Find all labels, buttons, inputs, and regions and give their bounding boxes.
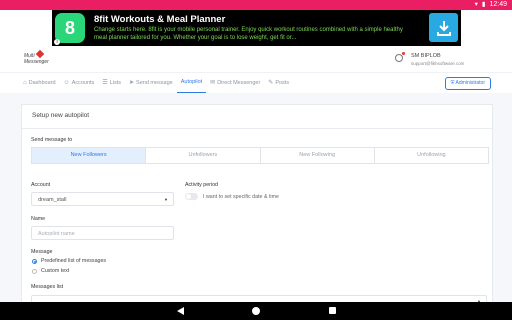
nav-autopilot[interactable]: Autopilot	[176, 73, 207, 93]
divider	[22, 128, 492, 129]
nav-direct-messenger[interactable]: ✉ Direct Messenger	[206, 73, 264, 93]
option-new-following[interactable]: New Following	[259, 148, 374, 163]
recent-apps-icon[interactable]	[329, 307, 336, 314]
activity-period-toggle[interactable]	[185, 193, 198, 200]
option-unfollowing[interactable]: Unfollowing	[373, 148, 488, 163]
send-to-label: Send message to	[31, 137, 73, 143]
user-menu[interactable]: SM BIPLOB support@fikhsoftware.com	[395, 50, 490, 68]
dashboard-icon: ⌂	[23, 79, 27, 86]
send-icon: ➤	[129, 79, 135, 86]
toggle-knob	[186, 194, 191, 199]
main-content: Setup new autopilot Send message to New …	[0, 93, 512, 309]
activity-period-label: Activity period	[185, 182, 218, 188]
notification-icon[interactable]	[395, 54, 403, 62]
nav-items: ⌂ Dashboard ☺ Accounts ☰ Lists ➤ Send messag…	[19, 73, 293, 93]
lists-icon: ☰	[102, 79, 108, 86]
account-select[interactable]: dream_stall ▼	[31, 192, 174, 206]
download-icon[interactable]	[429, 13, 458, 42]
battery-icon: ▮	[481, 1, 486, 8]
radio-predefined-messages[interactable]	[32, 259, 37, 264]
nav-accounts[interactable]: ☺ Accounts	[60, 73, 99, 93]
administrator-button[interactable]: ⛨ Administrator	[444, 77, 491, 90]
autopilot-form-card: Setup new autopilot Send message to New …	[21, 104, 493, 309]
ad-info-icon[interactable]: i	[54, 39, 60, 45]
back-icon[interactable]	[177, 307, 184, 315]
status-bar: ▾ ▮ 12:49	[0, 0, 512, 10]
account-label: Account	[31, 182, 51, 188]
option-unfollowers[interactable]: Unfollowers	[145, 148, 259, 163]
nav-lists[interactable]: ☰ Lists	[98, 73, 125, 93]
nav-posts[interactable]: ✎ Posts	[264, 73, 293, 93]
app-header: Multi Messenger SM BIPLOB support@fikhso…	[0, 46, 512, 72]
logo-mark-icon	[35, 49, 44, 59]
accounts-icon: ☺	[63, 79, 70, 86]
notification-dot	[402, 52, 405, 55]
app-icon[interactable]: 8	[55, 13, 85, 43]
main-nav: ⌂ Dashboard ☺ Accounts ☰ Lists ➤ Send messag…	[0, 72, 512, 94]
ad-banner[interactable]: 8 8fit Workouts & Meal Planner Change st…	[52, 10, 461, 46]
user-email: support@fikhsoftware.com	[411, 61, 465, 66]
status-time: 12:49	[489, 1, 507, 8]
activity-toggle-label: I want to set specific date & time	[203, 194, 279, 200]
nav-dashboard[interactable]: ⌂ Dashboard	[19, 73, 60, 93]
android-nav-bar	[0, 302, 512, 320]
message-label: Message	[31, 249, 53, 255]
home-icon[interactable]	[252, 307, 260, 315]
user-name[interactable]: SM BIPLOB	[411, 53, 441, 59]
nav-send-message[interactable]: ➤ Send message	[125, 73, 177, 93]
radio-custom-text[interactable]	[32, 269, 37, 274]
edit-icon: ✎	[268, 79, 274, 86]
send-to-segmented-control: New Followers Unfollowers New Following …	[31, 147, 489, 164]
autopilot-name-input[interactable]: Autopilot name	[31, 226, 174, 240]
form-title: Setup new autopilot	[32, 112, 90, 119]
radio-custom-label: Custom text	[41, 268, 70, 274]
name-label: Name	[31, 216, 46, 222]
app-logo[interactable]: Multi Messenger	[24, 49, 49, 65]
option-new-followers[interactable]: New Followers	[32, 148, 146, 163]
mail-icon: ✉	[210, 79, 216, 86]
chevron-down-icon: ▼	[164, 197, 168, 202]
download-arrow-icon	[436, 20, 451, 36]
ad-title[interactable]: 8fit Workouts & Meal Planner	[94, 14, 225, 25]
shield-icon: ⛨	[450, 80, 455, 86]
ad-description[interactable]: Change starts here. 8fit is your mobile …	[94, 26, 414, 42]
radio-predefined-label: Predefined list of messages	[41, 258, 107, 264]
wifi-icon: ▾	[474, 1, 478, 8]
messages-list-label: Messages list	[31, 284, 64, 290]
